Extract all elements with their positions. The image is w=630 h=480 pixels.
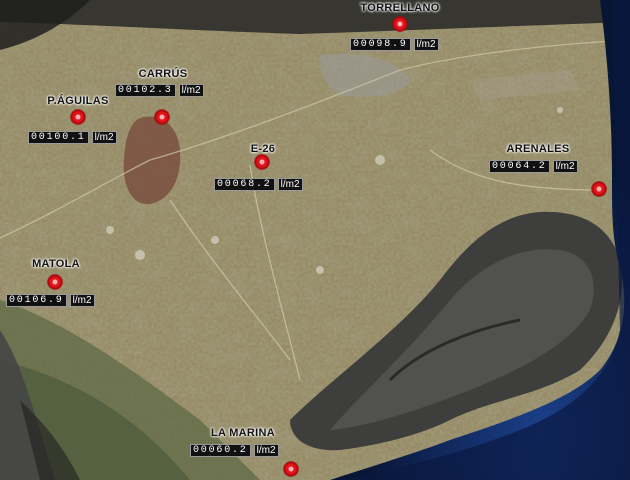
rainfall-value: 00098.9 (350, 38, 411, 51)
rainfall-unit: l/m2 (69, 294, 95, 307)
rainfall-unit: l/m2 (253, 444, 279, 457)
rainfall-unit: l/m2 (178, 84, 204, 97)
station-marker-icon[interactable] (254, 154, 270, 170)
station-name: CARRÚS (138, 68, 188, 80)
rainfall-readout: 00064.2 l/m2 (489, 160, 578, 173)
rainfall-unit: l/m2 (552, 160, 578, 173)
station-name: TORRELLANO (360, 2, 440, 14)
satellite-map[interactable]: TORRELLANO 00098.9 l/m2 CARRÚS 00102.3 l… (0, 0, 630, 480)
rainfall-unit: l/m2 (91, 131, 117, 144)
station-name: ARENALES (506, 143, 570, 155)
rainfall-readout: 00102.3 l/m2 (115, 84, 204, 97)
rainfall-unit: l/m2 (277, 178, 303, 191)
rainfall-value: 00060.2 (190, 444, 251, 457)
station-marker-icon[interactable] (47, 274, 63, 290)
rainfall-unit: l/m2 (413, 38, 439, 51)
rainfall-readout: 00106.9 l/m2 (6, 294, 95, 307)
station-name: LA MARINA (210, 427, 276, 439)
rainfall-value: 00068.2 (214, 178, 275, 191)
rainfall-value: 00102.3 (115, 84, 176, 97)
rainfall-readout: 00100.1 l/m2 (28, 131, 117, 144)
station-marker-icon[interactable] (591, 181, 607, 197)
rainfall-readout: 00098.9 l/m2 (350, 38, 439, 51)
rainfall-readout: 00068.2 l/m2 (214, 178, 303, 191)
station-name: MATOLA (32, 258, 80, 270)
rainfall-value: 00106.9 (6, 294, 67, 307)
rainfall-value: 00100.1 (28, 131, 89, 144)
station-marker-icon[interactable] (70, 109, 86, 125)
station-marker-icon[interactable] (154, 109, 170, 125)
station-name: P.ÁGUILAS (47, 95, 109, 107)
rainfall-readout: 00060.2 l/m2 (190, 444, 279, 457)
station-marker-icon[interactable] (283, 461, 299, 477)
rainfall-value: 00064.2 (489, 160, 550, 173)
station-marker-icon[interactable] (392, 16, 408, 32)
satellite-imagery (0, 0, 630, 480)
